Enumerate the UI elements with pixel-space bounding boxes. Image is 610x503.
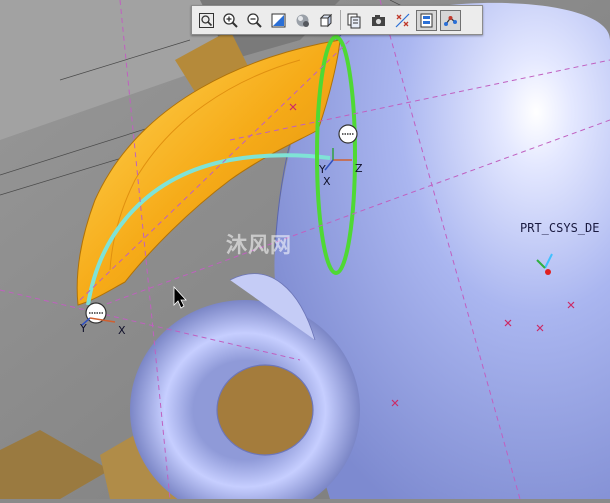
- annotation-display-icon: [420, 13, 433, 27]
- annotation-display-button[interactable]: [416, 9, 437, 31]
- zoom-in-button[interactable]: [220, 10, 241, 31]
- zoom-in-icon: [223, 12, 238, 28]
- model-view[interactable]: [0, 0, 610, 503]
- csys-label: PRT_CSYS_DE: [520, 221, 600, 235]
- spin-center-button[interactable]: [440, 9, 461, 31]
- shading-button[interactable]: [292, 10, 313, 31]
- datum-display-icon: [395, 13, 410, 27]
- view-toolbar: [191, 5, 483, 35]
- zoom-out-button[interactable]: [244, 10, 265, 31]
- repaint-icon: [271, 13, 286, 27]
- axis-label-z-top: Z: [355, 162, 363, 175]
- camera-button[interactable]: [368, 10, 389, 31]
- zoom-fit-button[interactable]: [196, 10, 217, 31]
- watermark-text: 沐风网: [226, 233, 292, 257]
- repaint-button[interactable]: [268, 10, 289, 31]
- saved-view-button[interactable]: [316, 10, 337, 31]
- axis-label-x-top: X: [323, 175, 331, 188]
- spin-center-icon: [444, 15, 457, 26]
- layers-button[interactable]: [344, 10, 365, 31]
- layers-icon: [347, 13, 361, 28]
- drag-handle-top[interactable]: [338, 124, 358, 144]
- toolbar-separator: [340, 10, 341, 30]
- zoom-fit-icon: [199, 12, 214, 28]
- zoom-out-icon: [247, 12, 262, 28]
- axis-label-x-bottom: X: [118, 324, 126, 337]
- datum-display-button[interactable]: [392, 10, 413, 31]
- saved-view-icon: [319, 13, 333, 27]
- shading-icon: [296, 14, 309, 27]
- camera-icon: [372, 14, 385, 26]
- graphics-viewport[interactable]: PRT_CSYS_DE Y X Z Y X 沐风网: [0, 0, 610, 503]
- axis-label-y-bottom: Y: [80, 322, 87, 335]
